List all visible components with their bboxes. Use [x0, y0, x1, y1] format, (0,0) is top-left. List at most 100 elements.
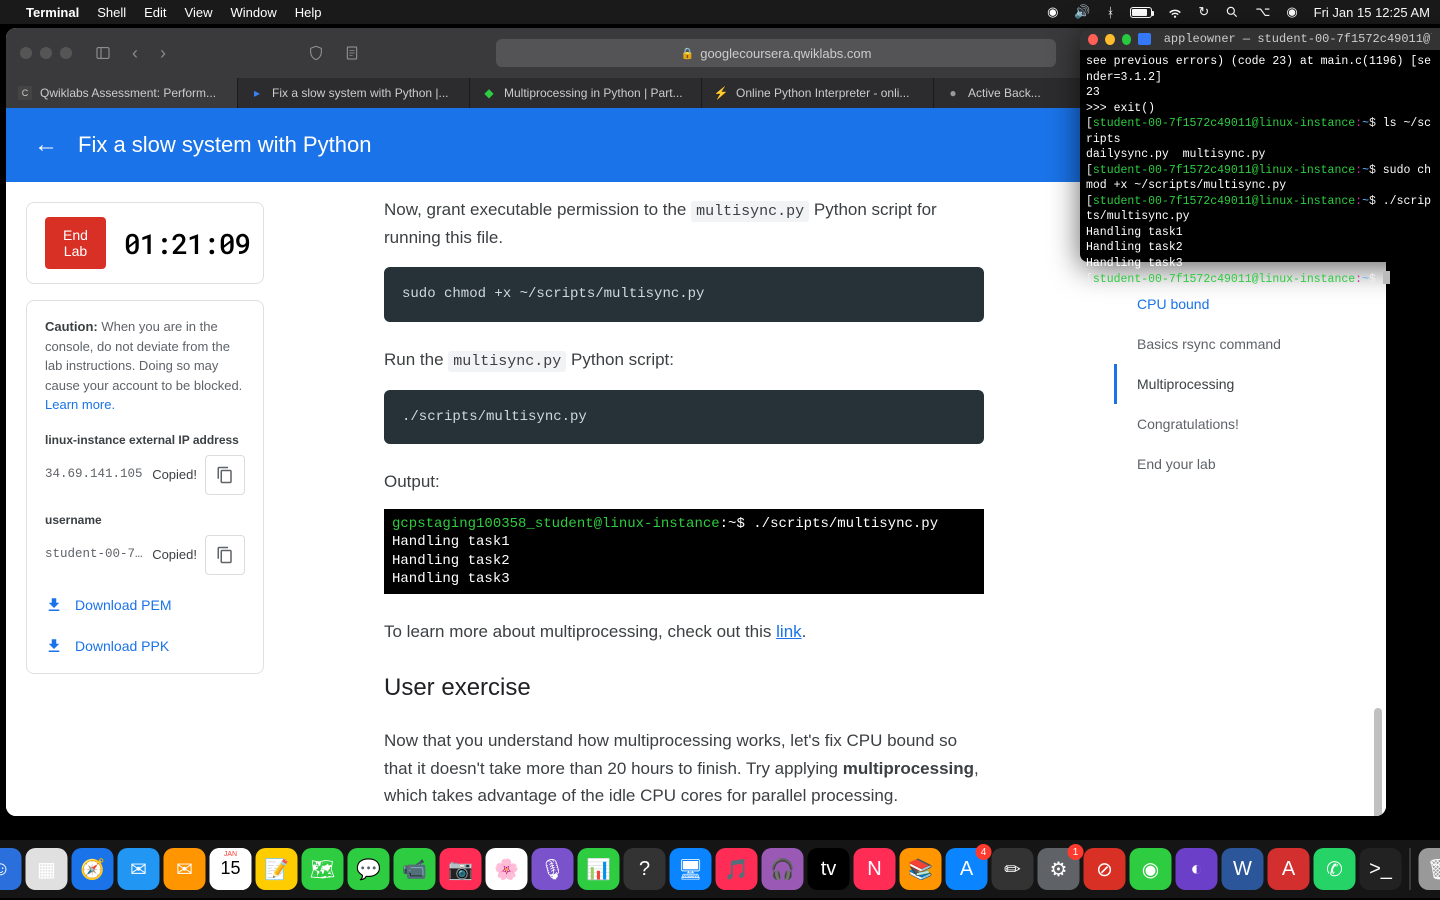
- bolt-icon: ⚡: [714, 86, 728, 100]
- download-icon: [45, 637, 63, 655]
- dock-item[interactable]: ✉: [164, 848, 206, 890]
- dock-item[interactable]: 🎙: [532, 848, 574, 890]
- dock-item[interactable]: ◉: [1130, 848, 1172, 890]
- dock-item[interactable]: 🎧: [762, 848, 804, 890]
- terminal-title: appleowner — student-00-7f1572c49011@li.…: [1164, 32, 1432, 46]
- menu-view[interactable]: View: [185, 5, 213, 20]
- code-block-1: sudo chmod +x ~/scripts/multisync.py: [384, 267, 984, 321]
- menu-window[interactable]: Window: [231, 5, 277, 20]
- download-pem-link[interactable]: Download PEM: [45, 595, 245, 616]
- dock-item[interactable]: 🧭: [72, 848, 114, 890]
- terminal-titlebar[interactable]: appleowner — student-00-7f1572c49011@li.…: [1080, 28, 1440, 50]
- address-bar[interactable]: 🔒 googlecoursera.qwiklabs.com: [496, 39, 1056, 67]
- copied-toast-2: Copied!: [152, 545, 197, 565]
- ip-label: linux-instance external IP address: [45, 431, 245, 449]
- dock-item[interactable]: 🌸: [486, 848, 528, 890]
- multiprocessing-link[interactable]: link: [776, 622, 802, 641]
- siri-icon[interactable]: ◉: [1286, 4, 1297, 20]
- volume-icon[interactable]: 🔊: [1074, 4, 1090, 20]
- code-block-2: ./scripts/multisync.py: [384, 390, 984, 444]
- dock-item[interactable]: 📊: [578, 848, 620, 890]
- dock-item[interactable]: ⊘: [1084, 848, 1126, 890]
- bluetooth-icon[interactable]: ᚼ: [1107, 5, 1115, 20]
- folder-icon: [1138, 33, 1150, 45]
- endlab-card: End Lab 01:21:09: [26, 202, 264, 284]
- back-arrow-icon[interactable]: ‹: [126, 43, 144, 64]
- rightnav-item[interactable]: End your lab: [1114, 444, 1354, 484]
- control-center-icon[interactable]: ⌥: [1255, 4, 1270, 20]
- reader-icon[interactable]: [339, 45, 365, 61]
- sidebar-toggle-icon[interactable]: [90, 45, 116, 61]
- dock-item[interactable]: ✆: [1314, 848, 1356, 890]
- dock-item[interactable]: ✉: [118, 848, 160, 890]
- dock-item[interactable]: 🗑: [1419, 848, 1440, 890]
- dock-item[interactable]: 💬: [348, 848, 390, 890]
- menu-app[interactable]: Terminal: [26, 5, 79, 20]
- record-icon[interactable]: ◉: [1047, 4, 1058, 20]
- dock-item[interactable]: 📚: [900, 848, 942, 890]
- username-label: username: [45, 511, 245, 529]
- dock-item[interactable]: A4: [946, 848, 988, 890]
- lock-icon: 🔒: [681, 47, 695, 60]
- terminal-window[interactable]: appleowner — student-00-7f1572c49011@li.…: [1080, 28, 1440, 262]
- menu-shell[interactable]: Shell: [97, 5, 126, 20]
- dock: ☺▦🧭✉✉JAN15📝🗺💬📹📷🌸🎙📊?🖥🎵🎧tvN📚A4✏⚙1⊘◉◐WA✆>_🗑: [0, 840, 1440, 898]
- minimize-icon[interactable]: [1105, 34, 1115, 45]
- dock-item[interactable]: tv: [808, 848, 850, 890]
- inline-code: multisync.py: [691, 201, 809, 222]
- dock-item[interactable]: ▦: [26, 848, 68, 890]
- scrollbar-thumb[interactable]: [1374, 708, 1382, 816]
- tab-2[interactable]: ◆Multiprocessing in Python | Part...: [470, 78, 702, 108]
- rightnav-item[interactable]: Basics rsync command: [1114, 324, 1354, 364]
- copy-user-button[interactable]: [205, 535, 245, 575]
- dock-item[interactable]: 🖥: [670, 848, 712, 890]
- close-icon[interactable]: [1088, 34, 1098, 45]
- clock[interactable]: Fri Jan 15 12:25 AM: [1314, 5, 1430, 20]
- favicon-icon: ●: [946, 86, 960, 100]
- dock-item[interactable]: 📹: [394, 848, 436, 890]
- username-value: student-00-7f1572c490: [45, 545, 144, 564]
- dock-item[interactable]: ◐: [1176, 848, 1218, 890]
- dock-item[interactable]: 📷: [440, 848, 482, 890]
- traffic-lights[interactable]: [20, 47, 72, 59]
- tab-0[interactable]: CQwiklabs Assessment: Perform...: [6, 78, 238, 108]
- rightnav-item[interactable]: Congratulations!: [1114, 404, 1354, 444]
- fullscreen-icon[interactable]: [1122, 34, 1132, 45]
- dock-item[interactable]: ☺: [0, 848, 22, 890]
- ip-value: 34.69.141.105: [45, 465, 144, 484]
- dock-item[interactable]: 📝: [256, 848, 298, 890]
- learn-more-link[interactable]: Learn more.: [45, 397, 115, 412]
- terminal-body[interactable]: see previous errors) (code 23) at main.c…: [1080, 50, 1440, 292]
- dock-item[interactable]: 🗺: [302, 848, 344, 890]
- dock-item[interactable]: W: [1222, 848, 1264, 890]
- download-ppk-link[interactable]: Download PPK: [45, 636, 245, 657]
- download-icon: [45, 596, 63, 614]
- copy-ip-button[interactable]: [205, 455, 245, 495]
- dock-item[interactable]: >_: [1360, 848, 1402, 890]
- caution-card: Caution: When you are in the console, do…: [26, 300, 264, 674]
- dock-item[interactable]: ?: [624, 848, 666, 890]
- tab-3[interactable]: ⚡Online Python Interpreter - onli...: [702, 78, 934, 108]
- page-title: Fix a slow system with Python: [78, 132, 371, 158]
- forward-arrow-icon[interactable]: ›: [154, 43, 172, 64]
- terminal-screenshot: gcpstaging100358_student@linux-instance:…: [384, 509, 984, 594]
- end-lab-button[interactable]: End Lab: [45, 217, 106, 269]
- tab-1[interactable]: ▸Fix a slow system with Python |...: [238, 78, 470, 108]
- battery-icon[interactable]: [1130, 7, 1152, 18]
- menu-edit[interactable]: Edit: [144, 5, 166, 20]
- menu-help[interactable]: Help: [295, 5, 322, 20]
- dock-item[interactable]: A: [1268, 848, 1310, 890]
- dock-item[interactable]: JAN15: [210, 848, 252, 890]
- shield-icon[interactable]: [303, 45, 329, 61]
- dock-item[interactable]: N: [854, 848, 896, 890]
- rightnav-item[interactable]: Multiprocessing: [1114, 364, 1354, 404]
- user-exercise-heading: User exercise: [384, 669, 984, 707]
- header-back-arrow-icon[interactable]: ←: [34, 131, 58, 159]
- timemachine-icon[interactable]: ↻: [1198, 4, 1209, 20]
- dock-item[interactable]: ⚙1: [1038, 848, 1080, 890]
- dock-item[interactable]: 🎵: [716, 848, 758, 890]
- wifi-icon[interactable]: [1168, 5, 1182, 19]
- spotlight-icon[interactable]: [1225, 5, 1239, 19]
- play-icon: ▸: [250, 86, 264, 100]
- dock-item[interactable]: ✏: [992, 848, 1034, 890]
